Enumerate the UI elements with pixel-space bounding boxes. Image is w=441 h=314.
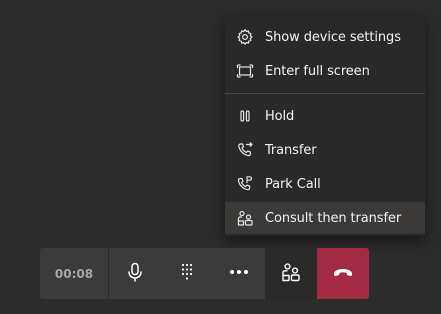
hang-up-icon bbox=[332, 261, 354, 287]
more-options-button[interactable] bbox=[213, 248, 265, 299]
consult-transfer-icon bbox=[225, 202, 265, 234]
menu-item-label: Consult then transfer bbox=[265, 210, 402, 226]
menu-item-label: Hold bbox=[265, 108, 295, 124]
park-call-icon bbox=[225, 168, 265, 200]
pause-icon bbox=[225, 100, 265, 132]
consult-transfer-button[interactable] bbox=[265, 248, 317, 299]
call-options-menu: Show device settings Enter full screen H… bbox=[225, 14, 425, 236]
menu-item-label: Show device settings bbox=[265, 29, 401, 45]
menu-item-label: Enter full screen bbox=[265, 63, 370, 79]
menu-item-transfer[interactable]: Transfer bbox=[225, 134, 425, 166]
call-timer: 00:08 bbox=[40, 248, 109, 299]
menu-item-show-device-settings[interactable]: Show device settings bbox=[225, 21, 425, 53]
microphone-icon bbox=[124, 261, 146, 287]
hang-up-button[interactable] bbox=[317, 248, 369, 299]
menu-item-consult-then-transfer[interactable]: Consult then transfer bbox=[225, 202, 425, 234]
fullscreen-icon bbox=[225, 55, 265, 87]
menu-item-label: Transfer bbox=[265, 142, 317, 158]
more-options-icon bbox=[228, 261, 250, 287]
dialpad-icon bbox=[176, 261, 198, 287]
consult-transfer-icon bbox=[280, 261, 302, 287]
menu-divider bbox=[225, 93, 425, 94]
dialpad-button[interactable] bbox=[161, 248, 213, 299]
call-controls-toolbar: 00:08 bbox=[40, 248, 369, 299]
transfer-icon bbox=[225, 134, 265, 166]
mute-button[interactable] bbox=[109, 248, 161, 299]
menu-item-park-call[interactable]: Park Call bbox=[225, 168, 425, 200]
menu-item-enter-full-screen[interactable]: Enter full screen bbox=[225, 55, 425, 87]
menu-item-label: Park Call bbox=[265, 176, 321, 192]
menu-item-hold[interactable]: Hold bbox=[225, 100, 425, 132]
gear-icon bbox=[225, 21, 265, 53]
